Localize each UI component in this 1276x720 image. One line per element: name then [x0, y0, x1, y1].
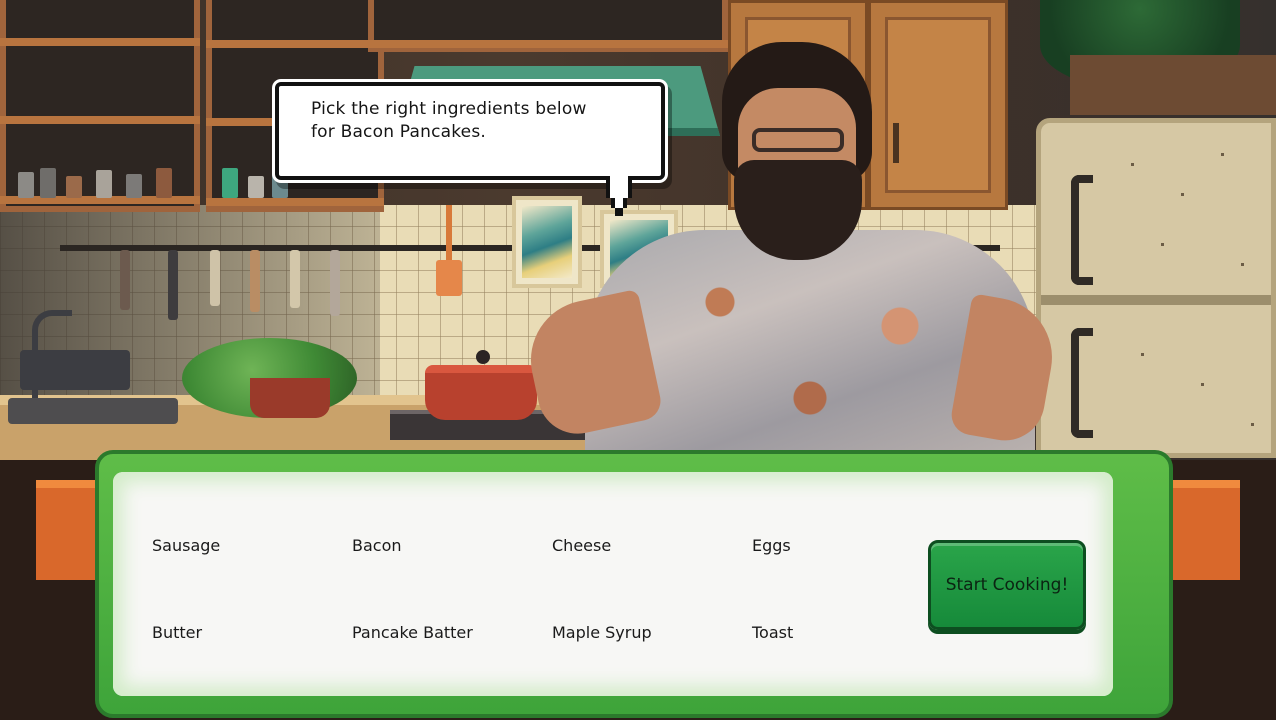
dialog-line-1: Pick the right ingredients below — [311, 99, 587, 119]
hanging-pan — [168, 250, 178, 320]
hanging-utensil — [330, 250, 340, 316]
ingredient-maple-syrup[interactable]: Maple Syrup — [552, 621, 652, 644]
faucet-icon — [32, 310, 72, 400]
ingredient-eggs[interactable]: Eggs — [752, 534, 791, 557]
spatula-icon — [434, 205, 464, 297]
ingredient-sausage[interactable]: Sausage — [152, 534, 220, 557]
top-shelf — [368, 0, 728, 52]
chef-glasses — [752, 128, 844, 152]
ingredient-butter[interactable]: Butter — [152, 621, 202, 644]
pot-lid-knob — [476, 350, 490, 364]
cooking-pot-icon — [425, 365, 537, 420]
hanging-utensil — [250, 250, 260, 312]
upper-right-shelf — [1070, 55, 1276, 115]
planter-pot — [250, 378, 330, 418]
speech-bubble-tail — [606, 176, 632, 216]
wall-poster — [512, 196, 582, 288]
ingredient-cheese[interactable]: Cheese — [552, 534, 611, 557]
ingredient-toast[interactable]: Toast — [752, 621, 793, 644]
hanging-utensil — [210, 250, 220, 306]
dialog-line-2: for Bacon Pancakes. — [311, 122, 486, 142]
kitchen-scene: Pick the right ingredients below for Bac… — [0, 0, 1276, 720]
refrigerator — [1036, 118, 1276, 458]
hanging-utensil — [120, 250, 130, 310]
speech-bubble: Pick the right ingredients below for Bac… — [275, 82, 665, 180]
left-shelf-unit — [0, 0, 200, 212]
start-cooking-button[interactable]: Start Cooking! — [928, 540, 1086, 630]
cabinet-right — [868, 0, 1008, 210]
ingredient-bacon[interactable]: Bacon — [352, 534, 402, 557]
hanging-utensil — [290, 250, 300, 308]
ingredient-pancake-batter[interactable]: Pancake Batter — [352, 621, 473, 644]
sink — [8, 398, 178, 424]
